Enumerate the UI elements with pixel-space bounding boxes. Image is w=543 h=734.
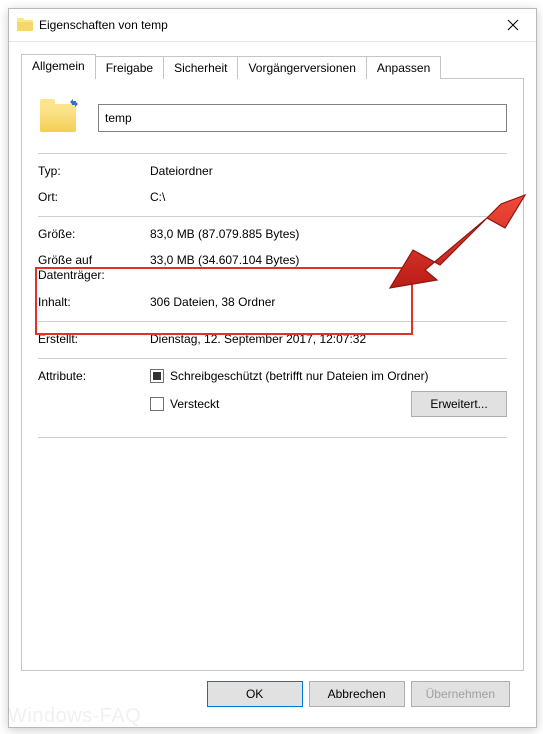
hidden-label: Versteckt bbox=[170, 397, 219, 411]
divider bbox=[38, 358, 507, 359]
folder-name-input[interactable] bbox=[98, 104, 507, 132]
contents-value: 306 Dateien, 38 Ordner bbox=[150, 295, 507, 309]
folder-large-icon bbox=[38, 97, 80, 139]
tab-sharing[interactable]: Freigabe bbox=[95, 56, 164, 79]
location-value: C:\ bbox=[150, 190, 507, 204]
size-value: 83,0 MB (87.079.885 Bytes) bbox=[150, 227, 507, 241]
cancel-button[interactable]: Abbrechen bbox=[309, 681, 405, 707]
readonly-label: Schreibgeschützt (betrifft nur Dateien i… bbox=[170, 369, 429, 383]
apply-button[interactable]: Übernehmen bbox=[411, 681, 510, 707]
created-label: Erstellt: bbox=[38, 332, 150, 346]
contents-label: Inhalt: bbox=[38, 295, 150, 309]
attributes-label: Attribute: bbox=[38, 369, 150, 425]
close-button[interactable] bbox=[490, 9, 536, 41]
readonly-checkbox[interactable] bbox=[150, 369, 164, 383]
tab-customize[interactable]: Anpassen bbox=[366, 56, 441, 79]
size-on-disk-label: Größe auf Datenträger: bbox=[38, 253, 150, 283]
tab-previous-versions[interactable]: Vorgängerversionen bbox=[237, 56, 366, 79]
dialog-body: Allgemein Freigabe Sicherheit Vorgängerv… bbox=[9, 42, 536, 727]
window-title: Eigenschaften von temp bbox=[39, 18, 168, 32]
tab-general[interactable]: Allgemein bbox=[21, 54, 96, 79]
advanced-button[interactable]: Erweitert... bbox=[411, 391, 507, 417]
ok-button[interactable]: OK bbox=[207, 681, 303, 707]
tab-panel-general: Typ: Dateiordner Ort: C:\ Größe: 83,0 MB… bbox=[21, 78, 524, 671]
type-label: Typ: bbox=[38, 164, 150, 178]
tab-security[interactable]: Sicherheit bbox=[163, 56, 238, 79]
tab-strip: Allgemein Freigabe Sicherheit Vorgängerv… bbox=[21, 54, 524, 78]
hidden-checkbox[interactable] bbox=[150, 397, 164, 411]
size-on-disk-value: 33,0 MB (34.607.104 Bytes) bbox=[150, 253, 507, 283]
location-label: Ort: bbox=[38, 190, 150, 204]
titlebar: Eigenschaften von temp bbox=[9, 9, 536, 42]
type-value: Dateiordner bbox=[150, 164, 507, 178]
size-label: Größe: bbox=[38, 227, 150, 241]
divider bbox=[38, 437, 507, 438]
created-value: Dienstag, 12. September 2017, 12:07:32 bbox=[150, 332, 507, 346]
close-icon bbox=[507, 19, 519, 31]
properties-dialog: Eigenschaften von temp Allgemein Freigab… bbox=[8, 8, 537, 728]
divider bbox=[38, 216, 507, 217]
folder-icon bbox=[17, 17, 33, 33]
dialog-button-bar: OK Abbrechen Übernehmen bbox=[21, 671, 524, 719]
divider bbox=[38, 321, 507, 322]
divider bbox=[38, 153, 507, 154]
